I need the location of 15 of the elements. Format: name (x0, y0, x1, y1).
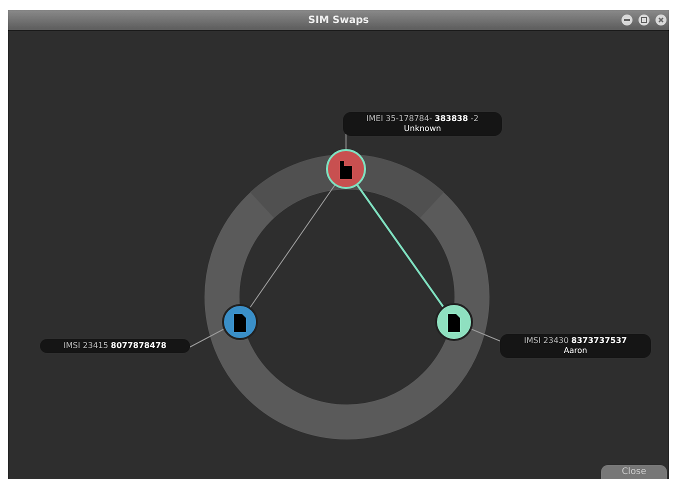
leader-line (470, 328, 500, 342)
window-title: SIM Swaps (308, 14, 369, 26)
id-text: IMSI 23430 8373737537 (523, 336, 628, 346)
close-button[interactable]: Close (601, 465, 667, 479)
id-text: IMSI 23415 8077878478 (62, 341, 168, 351)
close-icon[interactable] (655, 14, 667, 26)
owner-text: Aaron (562, 346, 588, 356)
phone-icon (340, 161, 352, 179)
maximize-icon[interactable] (638, 14, 650, 26)
id-text: IMEI 35-178784- 383838 -2 (365, 114, 480, 124)
leader-line (190, 328, 224, 348)
sim-card-icon (234, 314, 246, 332)
minimize-icon[interactable] (621, 14, 633, 26)
owner-text: Unknown (402, 124, 442, 134)
sim-card-icon (448, 314, 460, 332)
